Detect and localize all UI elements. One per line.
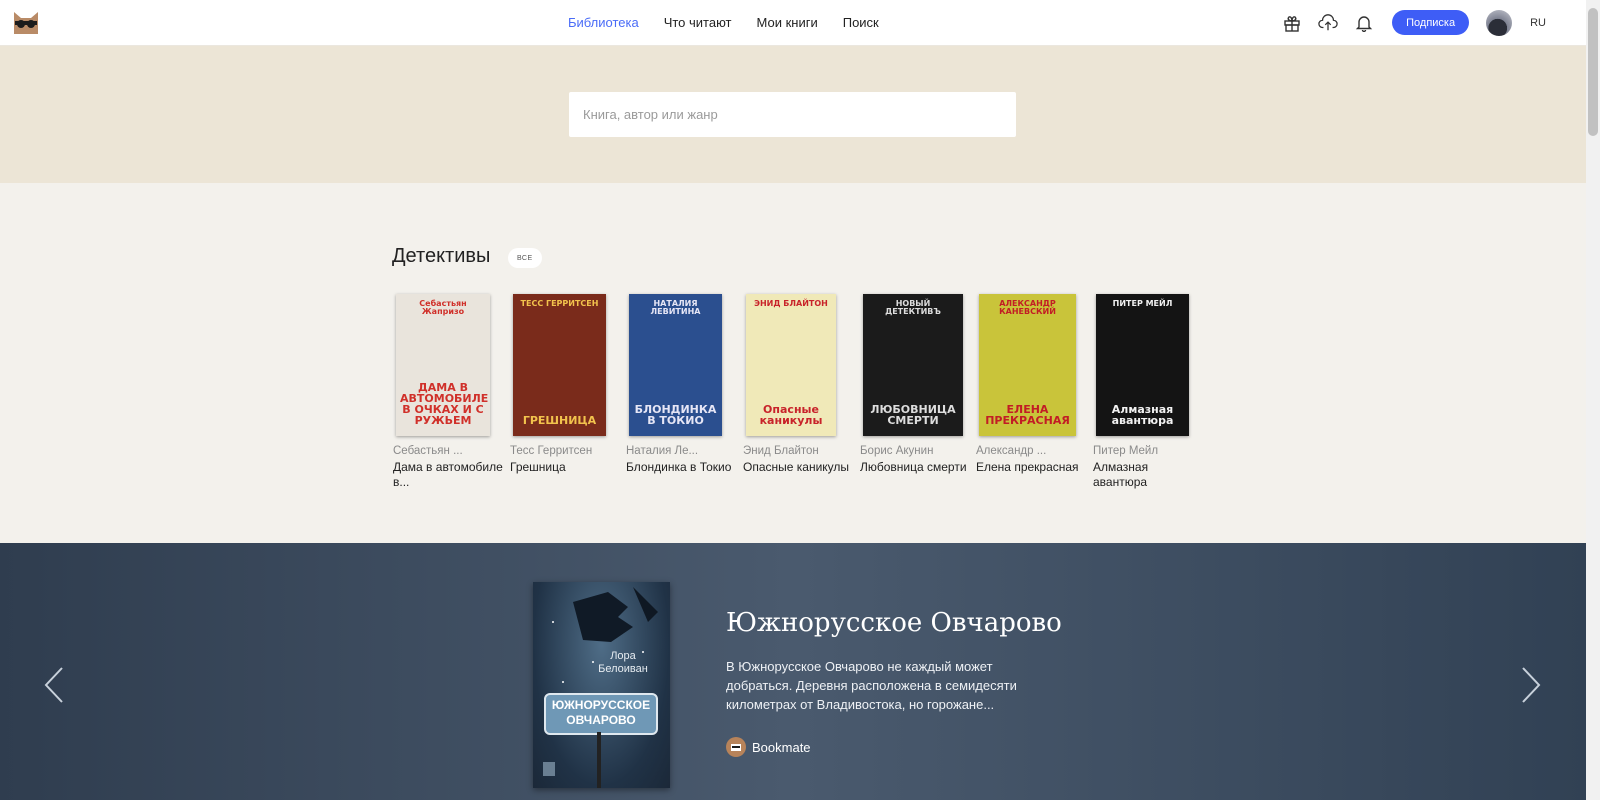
book-title[interactable]: Опасные каникулы [743,460,853,475]
carousel-next-arrow-icon[interactable] [1515,665,1545,705]
publisher-label: Bookmate [752,739,811,755]
shelf-title: Детективы [392,245,491,267]
featured-cover-title: ЮЖНОРУССКОЕ ОВЧАРОВО [551,698,651,727]
language-switcher[interactable]: RU [1530,17,1546,29]
featured-cover-author: Лора Белоиван [598,650,648,675]
cover-author-text: НАТАЛИЯ ЛЕВИТИНА [650,299,701,316]
book-author[interactable]: Энид Блайтон [743,445,853,457]
book-author[interactable]: Себастьян ... [393,445,503,457]
book-title[interactable]: Алмазная авантюра [1093,460,1203,490]
cover-title-text: Алмазная авантюра [1111,403,1174,427]
book-card[interactable]: НАТАЛИЯ ЛЕВИТИНА БЛОНДИНКА В ТОКИО Наталия… [626,294,736,475]
book-cover[interactable]: ЭНИД БЛАЙТОН Опасные каникулы [746,294,836,436]
header-actions: Подписка RU [1282,0,1586,45]
scrollbar-thumb[interactable] [1588,8,1598,136]
cover-author-text: НОВЫЙ ДЕТЕКТИВЪ [885,299,941,316]
featured-book-publisher[interactable]: Bookmate [726,737,811,757]
cover-title-text: БЛОНДИНКА В ТОКИО [634,403,717,427]
featured-book-title[interactable]: Южнорусское Овчарово [726,608,1062,638]
nav-what-people-read[interactable]: Что читают [664,15,732,30]
main-nav: Библиотека Что читают Мои книги Поиск [568,0,879,45]
book-card[interactable]: ПИТЕР МЕЙЛ Алмазная авантюра Питер Мейл Алм… [1093,294,1203,490]
book-title[interactable]: Блондинка в Токио [626,460,736,475]
top-navigation-bar: Библиотека Что читают Мои книги Поиск По… [0,0,1586,46]
book-title[interactable]: Любовница смерти [860,460,970,475]
book-card[interactable]: НОВЫЙ ДЕТЕКТИВЪ ЛЮБОВНИЦА СМЕРТИ Борис Аку… [860,294,970,475]
cover-author-text: ТЕСС ГЕРРИТСЕН [520,299,599,308]
book-cover[interactable]: ТЕСС ГЕРРИТСЕН ГРЕШНИЦА [513,294,606,436]
cover-author-text: ПИТЕР МЕЙЛ [1112,299,1173,308]
book-author[interactable]: Тесс Герритсен [510,445,620,457]
cover-title-text: ЛЮБОВНИЦА СМЕРТИ [870,403,956,427]
cover-title-text: ДАМА В АВТОМОБИЛЕ В ОЧКАХ И С РУЖЬЕМ [400,381,489,427]
book-cover[interactable]: НОВЫЙ ДЕТЕКТИВЪ ЛЮБОВНИЦА СМЕРТИ [863,294,963,436]
book-cover[interactable]: ПИТЕР МЕЙЛ Алмазная авантюра [1096,294,1189,436]
book-title[interactable]: Елена прекрасная [976,460,1086,475]
bookmate-logo-icon[interactable] [12,10,40,36]
book-author[interactable]: Питер Мейл [1093,445,1203,457]
nav-search[interactable]: Поиск [843,15,879,30]
bookmate-badge-icon [726,737,746,757]
upload-cloud-icon[interactable] [1318,13,1338,33]
subscribe-button[interactable]: Подписка [1392,10,1470,35]
book-title[interactable]: Грешница [510,460,620,475]
book-card[interactable]: АЛЕКСАНДР КАНЕВСКИЙ ЕЛЕНА ПРЕКРАСНАЯ Алекс… [976,294,1086,475]
book-author[interactable]: Наталия Ле... [626,445,736,457]
featured-book-description: В Южнорусское Овчарово не каждый может д… [726,659,1017,712]
gift-icon[interactable] [1282,13,1302,33]
search-input[interactable] [569,92,1016,137]
shelf-all-button[interactable]: ВСЕ [508,248,542,268]
book-cover[interactable]: Себастьян Жапризо ДАМА В АВТОМОБИЛЕ В ОЧК… [396,294,490,436]
nav-library[interactable]: Библиотека [568,15,639,30]
book-title[interactable]: Дама в автомобиле в... [393,460,503,490]
book-cover[interactable]: АЛЕКСАНДР КАНЕВСКИЙ ЕЛЕНА ПРЕКРАСНАЯ [979,294,1076,436]
cover-author-text: Себастьян Жапризо [419,299,467,316]
cover-title-text: Опасные каникулы [759,403,823,427]
featured-book-cover[interactable]: Лора Белоиван ЮЖНОРУССКОЕ ОВЧАРОВО [533,582,670,788]
user-avatar[interactable] [1486,9,1513,36]
cover-title-text: ГРЕШНИЦА [522,414,597,427]
bell-icon[interactable] [1354,13,1374,33]
cover-author-text: ЭНИД БЛАЙТОН [754,299,828,308]
book-author[interactable]: Александр ... [976,445,1086,457]
nav-my-books[interactable]: Мои книги [757,15,818,30]
cover-author-text: АЛЕКСАНДР КАНЕВСКИЙ [999,299,1056,316]
search-band [0,46,1586,183]
cover-title-text: ЕЛЕНА ПРЕКРАСНАЯ [985,403,1070,427]
book-card[interactable]: ТЕСС ГЕРРИТСЕН ГРЕШНИЦА Тесс Герритсен Греш… [510,294,620,475]
book-card[interactable]: Себастьян Жапризо ДАМА В АВТОМОБИЛЕ В ОЧК… [393,294,503,490]
page-scrollbar[interactable] [1586,0,1600,800]
carousel-prev-arrow-icon[interactable] [40,665,70,705]
book-card[interactable]: ЭНИД БЛАЙТОН Опасные каникулы Энид Блайтон… [743,294,853,475]
book-cover[interactable]: НАТАЛИЯ ЛЕВИТИНА БЛОНДИНКА В ТОКИО [629,294,722,436]
book-author[interactable]: Борис Акунин [860,445,970,457]
